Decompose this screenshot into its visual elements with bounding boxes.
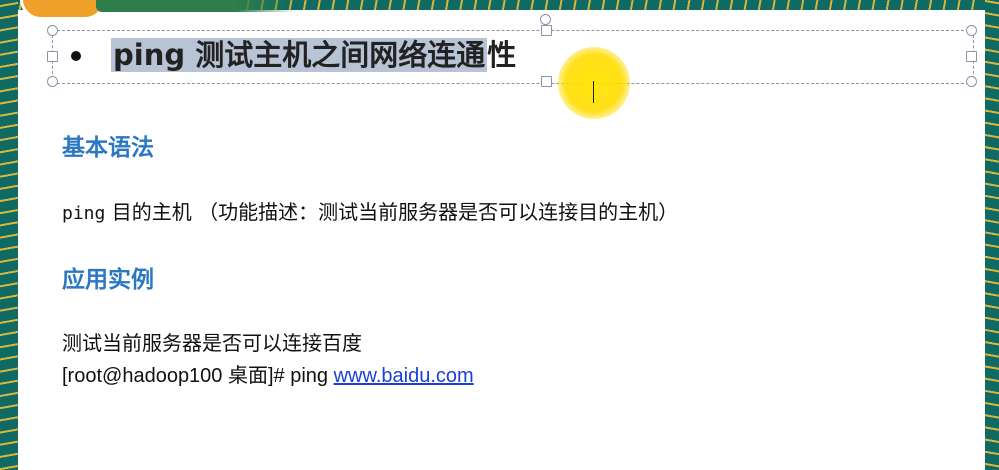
logo-wordmark (96, 0, 296, 12)
section-heading-example: 应用实例 (62, 267, 154, 293)
bullet-icon (71, 51, 81, 61)
background-right-pattern (985, 0, 999, 470)
slide-title[interactable]: ping 测试主机之间网络连通性 (111, 35, 516, 75)
resize-handle-icon[interactable] (541, 76, 552, 87)
syntax-command: ping (62, 203, 106, 224)
example-prompt: [root@hadoop100 桌面]# ping (62, 365, 334, 387)
resize-handle-icon[interactable] (541, 25, 552, 36)
resize-handle-icon[interactable] (47, 25, 58, 36)
resize-handle-icon[interactable] (47, 51, 58, 62)
resize-handle-icon[interactable] (966, 25, 977, 36)
title-textbox[interactable]: ping 测试主机之间网络连通性 (47, 14, 977, 119)
section-heading-syntax: 基本语法 (62, 135, 154, 161)
logo-icon (20, 0, 106, 20)
resize-handle-icon[interactable] (47, 76, 58, 87)
resize-handle-icon[interactable] (966, 76, 977, 87)
background-left-pattern (0, 0, 18, 470)
text-cursor-icon (593, 81, 596, 103)
example-command-line: [root@hadoop100 桌面]# ping www.baidu.com (62, 359, 474, 388)
rotate-handle-icon[interactable] (540, 14, 551, 25)
example-description: 测试当前服务器是否可以连接百度 (62, 331, 362, 355)
selected-title-text[interactable]: ping 测试主机之间网络连通 (111, 38, 488, 72)
slide-canvas[interactable]: ping 测试主机之间网络连通性 基本语法 ping 目的主机 （功能描述：测试… (18, 10, 985, 470)
resize-handle-icon[interactable] (966, 51, 977, 62)
title-remaining-text[interactable]: 性 (487, 38, 516, 72)
syntax-description: 目的主机 （功能描述：测试当前服务器是否可以连接目的主机） (105, 200, 679, 224)
syntax-line: ping 目的主机 （功能描述：测试当前服务器是否可以连接目的主机） (62, 196, 678, 225)
baidu-link[interactable]: www.baidu.com (334, 365, 474, 387)
